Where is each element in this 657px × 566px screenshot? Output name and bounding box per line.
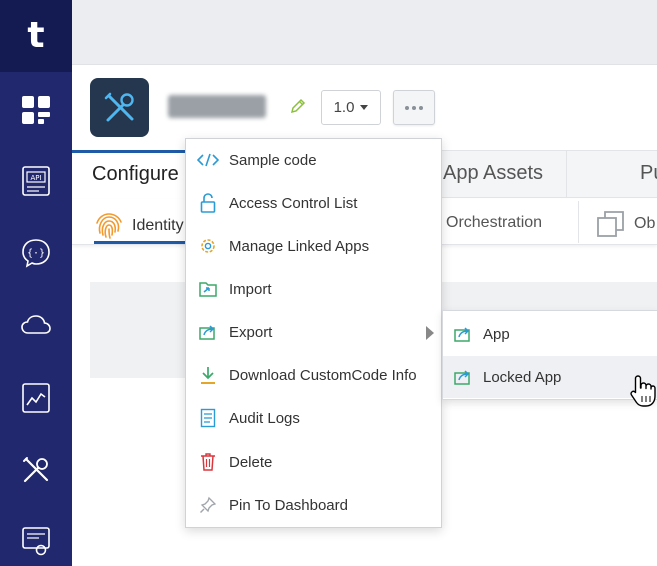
tab-publish-label: Pu xyxy=(640,162,657,184)
more-options-button[interactable] xyxy=(393,90,435,125)
menu-item-label: Export xyxy=(229,323,273,341)
tools-icon[interactable] xyxy=(18,452,54,488)
logo-letter: t xyxy=(27,15,45,56)
menu-item-delete[interactable]: Delete xyxy=(186,442,441,482)
subtab-identity-label: Identity xyxy=(132,216,184,234)
submenu-item-locked-app[interactable]: Locked App xyxy=(443,356,657,398)
subtab-objects-label: Ob xyxy=(634,215,656,232)
hand-cursor-icon xyxy=(630,374,656,413)
export-icon xyxy=(452,368,474,386)
chat-braces-icon[interactable]: {·} xyxy=(18,235,54,271)
subtab-objects[interactable]: Ob xyxy=(596,209,655,239)
subtab-identity[interactable]: Identity xyxy=(94,206,184,245)
active-subtab-indicator xyxy=(94,241,186,244)
code-icon xyxy=(196,150,220,170)
version-value: 1.0 xyxy=(333,99,355,116)
subtab-divider xyxy=(578,201,579,243)
app-name: testImport xyxy=(168,95,266,118)
menu-item-import[interactable]: Import xyxy=(186,269,441,309)
api-icon[interactable]: API xyxy=(18,163,54,199)
menu-item-audit-logs[interactable]: Audit Logs xyxy=(186,398,441,438)
edit-name-pencil-icon[interactable] xyxy=(290,98,306,119)
menu-item-label: Delete xyxy=(229,453,273,471)
cloud-icon[interactable] xyxy=(18,307,54,343)
export-submenu: App Locked App xyxy=(442,310,657,400)
menu-item-download-customcode-info[interactable]: Download CustomCode Info xyxy=(186,355,441,395)
ellipsis-dot xyxy=(412,105,416,110)
menu-item-label: Sample code xyxy=(229,151,317,169)
submenu-item-app[interactable]: App xyxy=(443,313,657,355)
tab-publish[interactable]: Pu xyxy=(640,151,657,185)
submenu-item-label: App xyxy=(483,325,510,343)
ellipsis-dot xyxy=(419,105,423,110)
fingerprint-icon xyxy=(96,212,122,239)
export-icon xyxy=(452,325,474,343)
menu-item-label: Manage Linked Apps xyxy=(229,237,370,255)
top-header-band xyxy=(72,0,657,65)
chart-icon[interactable] xyxy=(18,380,54,416)
tab-configure[interactable]: Configure xyxy=(72,150,188,199)
tab-app-assets[interactable]: App Assets xyxy=(441,151,567,198)
tab-app-assets-label: App Assets xyxy=(443,162,544,184)
pin-icon xyxy=(196,495,220,515)
app-icon xyxy=(90,78,149,137)
subtab-orchestration-label: Orchestration xyxy=(446,214,543,231)
version-dropdown[interactable]: 1.0 xyxy=(321,90,381,125)
certificate-icon[interactable] xyxy=(18,523,54,559)
svg-text:{·}: {·} xyxy=(27,248,45,259)
menu-item-label: Audit Logs xyxy=(229,409,300,427)
tab-configure-label: Configure xyxy=(92,163,179,185)
chevron-down-icon xyxy=(360,105,369,110)
more-options-menu: Sample code Access Control List Manage L… xyxy=(185,138,442,528)
brand-logo[interactable]: t xyxy=(0,0,72,72)
export-icon xyxy=(196,322,220,342)
api-icon-text: API xyxy=(30,174,41,182)
gear-link-icon xyxy=(196,236,220,256)
menu-item-export[interactable]: Export xyxy=(186,312,441,352)
left-nav: t API {·} xyxy=(0,0,72,566)
objects-icon xyxy=(597,211,624,237)
menu-item-label: Import xyxy=(229,280,272,298)
lock-icon xyxy=(196,193,220,213)
menu-item-label: Access Control List xyxy=(229,194,358,212)
audit-log-icon xyxy=(196,408,220,428)
import-icon xyxy=(196,279,220,299)
menu-item-label: Download CustomCode Info xyxy=(229,366,417,384)
subtab-orchestration[interactable]: Orchestration xyxy=(446,214,542,232)
menu-item-access-control-list[interactable]: Access Control List xyxy=(186,183,441,223)
menu-item-sample-code[interactable]: Sample code xyxy=(186,140,441,180)
download-icon xyxy=(196,365,220,385)
menu-item-manage-linked-apps[interactable]: Manage Linked Apps xyxy=(186,226,441,266)
menu-item-pin-to-dashboard[interactable]: Pin To Dashboard xyxy=(186,485,441,525)
trash-icon xyxy=(196,452,220,472)
dashboard-icon[interactable] xyxy=(18,92,54,128)
submenu-item-label: Locked App xyxy=(483,368,562,386)
ellipsis-dot xyxy=(405,105,409,110)
submenu-arrow-icon xyxy=(426,326,434,340)
menu-item-label: Pin To Dashboard xyxy=(229,496,348,514)
